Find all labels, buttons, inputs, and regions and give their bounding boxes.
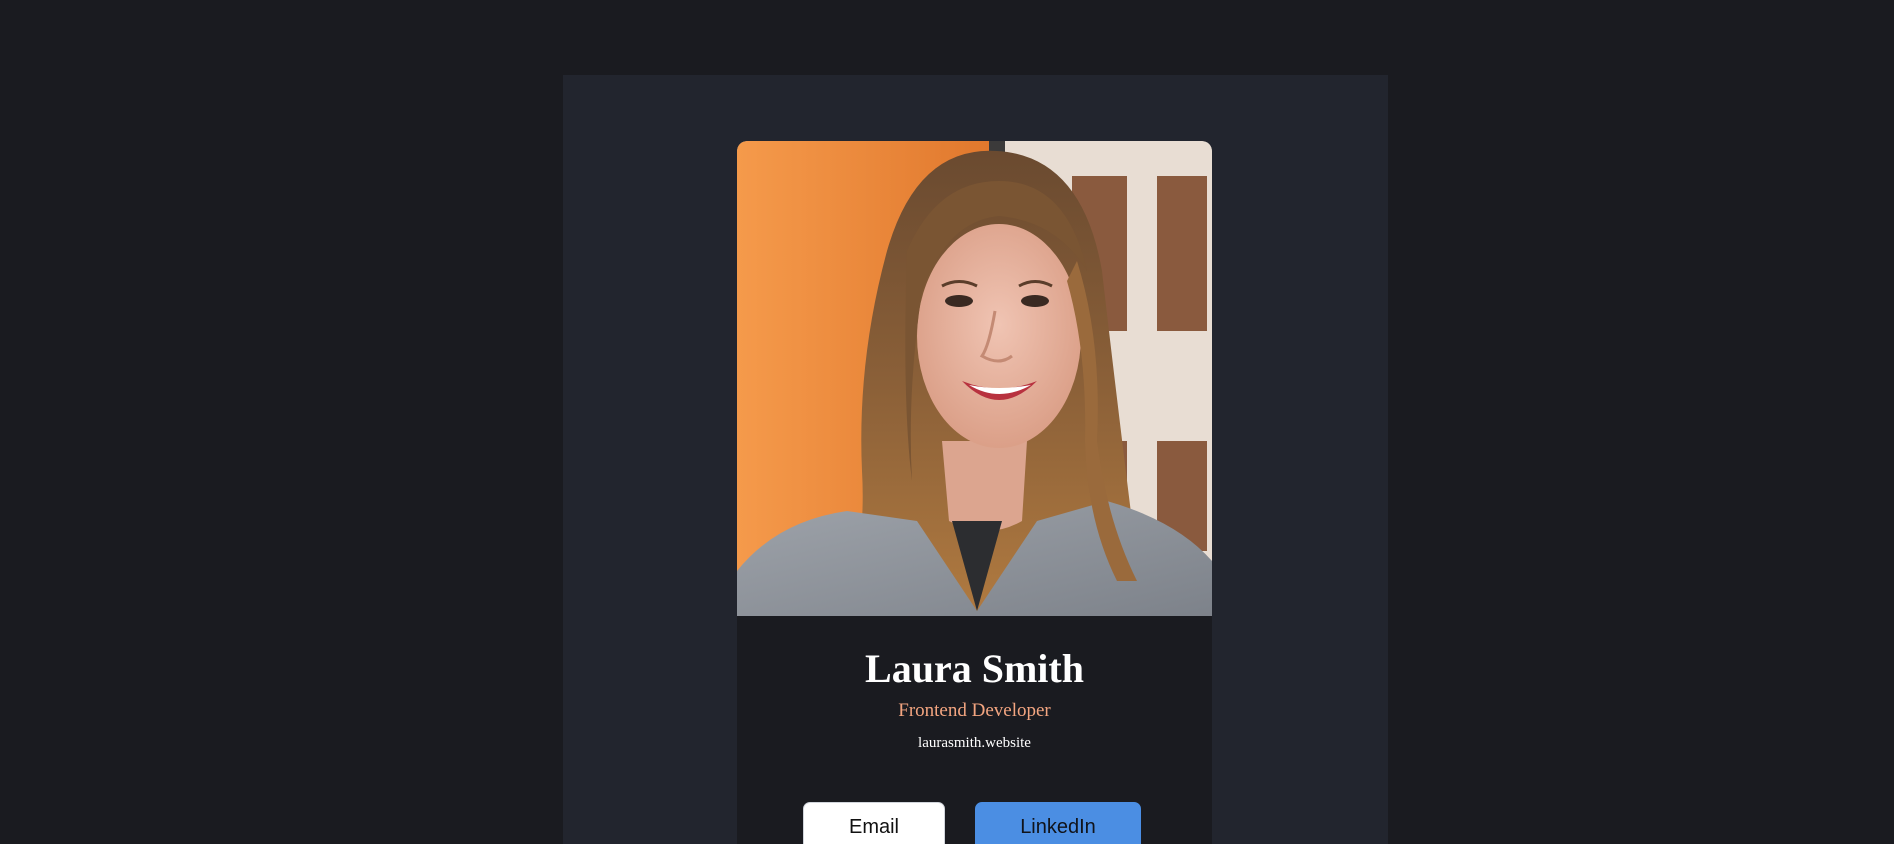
profile-name: Laura Smith [865,646,1084,691]
profile-photo [737,141,1212,616]
linkedin-button[interactable]: LinkedIn [975,802,1141,844]
profile-info: Laura Smith Frontend Developer laurasmit… [737,616,1212,752]
profile-card: Laura Smith Frontend Developer laurasmit… [737,141,1212,844]
email-button[interactable]: Email [803,802,945,844]
page-container: Laura Smith Frontend Developer laurasmit… [563,75,1388,844]
contact-actions: Email LinkedIn [803,802,1203,844]
profile-role: Frontend Developer [898,700,1051,721]
profile-website-link[interactable]: laurasmith.website [737,734,1212,752]
